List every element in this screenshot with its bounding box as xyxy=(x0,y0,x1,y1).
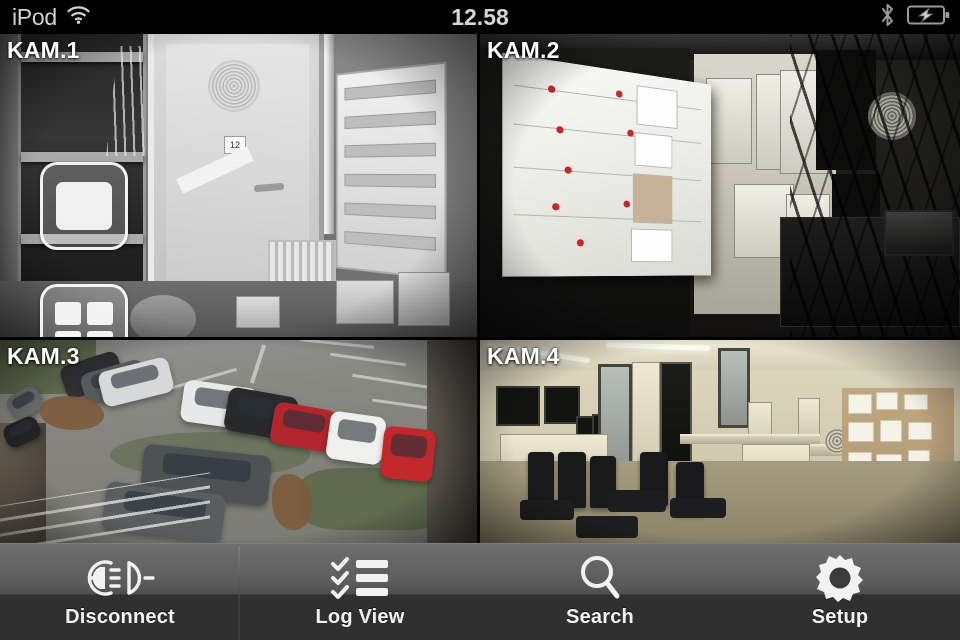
single-view-button[interactable] xyxy=(40,162,128,250)
bottom-toolbar: Disconnect Log View Search Setup xyxy=(0,543,960,640)
toolbar-label-search: Search xyxy=(566,606,634,628)
toolbar-label-log-view: Log View xyxy=(315,606,405,628)
quad-pane-icon xyxy=(55,302,113,337)
checklist-icon xyxy=(330,554,390,602)
toolbar-item-log-view[interactable]: Log View xyxy=(240,544,480,640)
camera-2-video xyxy=(480,34,960,337)
magnifier-icon xyxy=(577,554,623,602)
battery-charging-icon xyxy=(907,4,950,31)
status-bar: iPod 12.58 xyxy=(0,0,960,34)
camera-pane-3[interactable]: KAM.3 xyxy=(0,340,477,543)
camera-4-video xyxy=(480,340,960,543)
bluetooth-icon xyxy=(881,3,894,32)
camera-3-video xyxy=(0,340,477,543)
toolbar-item-disconnect[interactable]: Disconnect xyxy=(0,544,240,640)
status-bar-right xyxy=(881,3,950,32)
camera-grid: 12 KAM.1 KAM.2 KAM.3 KAM.4 xyxy=(0,34,960,543)
camera-pane-2[interactable]: KAM.2 xyxy=(480,34,960,337)
toolbar-item-setup[interactable]: Setup xyxy=(720,544,960,640)
toolbar-item-search[interactable]: Search xyxy=(480,544,720,640)
quad-view-button[interactable] xyxy=(40,284,128,337)
gear-icon xyxy=(815,554,865,602)
camera-pane-4[interactable]: KAM.4 xyxy=(480,340,960,543)
video-surveillance-app: iPod 12.58 12 KAM.1 KAM.2 KAM.3 KAM.4 Di… xyxy=(0,0,960,640)
clock: 12.58 xyxy=(451,3,509,30)
disconnect-plug-icon xyxy=(83,554,157,602)
single-pane-icon xyxy=(56,182,112,230)
toolbar-label-setup: Setup xyxy=(811,606,869,628)
camera-pane-1[interactable]: 12 KAM.1 xyxy=(0,34,477,337)
toolbar-label-disconnect: Disconnect xyxy=(65,606,175,628)
